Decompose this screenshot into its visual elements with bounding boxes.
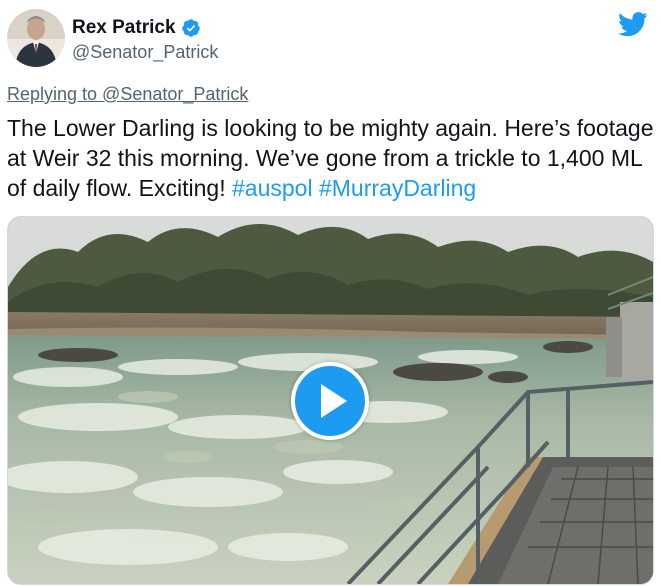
hashtag-auspol[interactable]: #auspol: [232, 175, 313, 201]
replying-to-link[interactable]: Replying to @Senator_Patrick: [7, 84, 248, 105]
twitter-bird-icon[interactable]: [618, 12, 648, 37]
tweet-card: Rex Patrick @Senator_Patrick Replying to…: [0, 0, 661, 586]
play-icon: [321, 384, 347, 418]
hashtag-murraydarling[interactable]: #MurrayDarling: [319, 175, 476, 201]
author-name-row: Rex Patrick: [72, 17, 201, 39]
video-player[interactable]: [7, 216, 654, 585]
verified-badge-icon: [181, 19, 200, 37]
play-button[interactable]: [291, 362, 369, 440]
author-display-name[interactable]: Rex Patrick: [72, 17, 176, 39]
author-handle[interactable]: @Senator_Patrick: [72, 42, 218, 63]
person-icon: [7, 9, 65, 67]
author-avatar[interactable]: [7, 9, 65, 67]
tweet-text: The Lower Darling is looking to be might…: [7, 113, 657, 203]
